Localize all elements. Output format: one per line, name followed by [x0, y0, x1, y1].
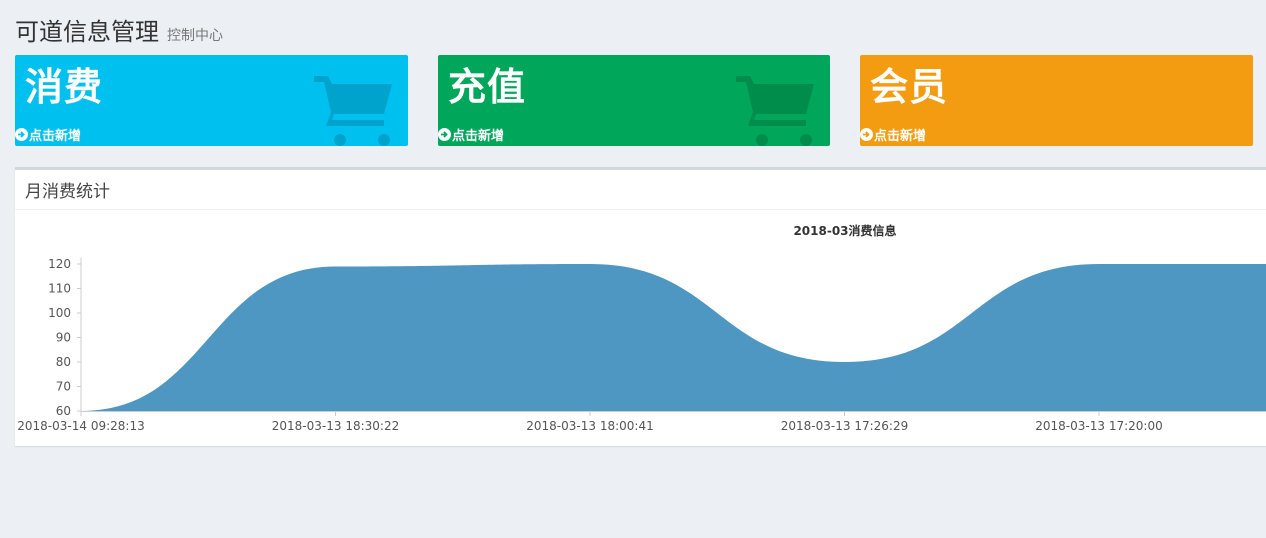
monthly-consumption-panel: 月消费统计 2018-03消费信息 60 70 80 90 100 110 120 2018-0…	[15, 167, 1266, 446]
page-title: 可道信息管理	[15, 18, 159, 46]
y-tick-label: 70	[56, 380, 71, 394]
y-tick-label: 100	[48, 306, 71, 320]
tile-link-label: 点击新增	[874, 129, 927, 144]
x-tick-label: 2018-03-14 09:28:13	[17, 419, 144, 433]
y-tick-label: 110	[48, 282, 71, 296]
x-tick-label: 2018-03-13 17:26:29	[781, 419, 908, 433]
tile-link-label: 点击新增	[452, 129, 505, 144]
page-header: 可道信息管理 控制中心	[15, 12, 223, 47]
area-series	[81, 264, 1266, 411]
arrow-circle-right-icon	[15, 128, 28, 141]
shopping-cart-icon	[314, 76, 392, 146]
tile-title: 会员	[870, 65, 949, 109]
add-recharge-link[interactable]: 点击新增	[438, 125, 504, 144]
x-tick-label: 2018-03-13 18:30:22	[272, 419, 399, 433]
tile-recharge[interactable]: 充值 点击新增	[438, 55, 830, 146]
arrow-circle-right-icon	[860, 128, 873, 141]
page-subtitle: 控制中心	[167, 28, 223, 44]
y-tick-label: 60	[56, 404, 71, 418]
consumption-area-chart: 2018-03消费信息 60 70 80 90 100 110 120 2018-03-14 0…	[17, 223, 1266, 433]
y-tick-label: 90	[56, 331, 71, 345]
add-consume-link[interactable]: 点击新增	[15, 125, 81, 144]
shopping-cart-icon	[736, 76, 814, 146]
x-tick-label: 2018-03-13 18:00:41	[526, 419, 653, 433]
y-tick-label: 80	[56, 355, 71, 369]
tile-title: 消费	[25, 65, 104, 109]
chart-title: 2018-03消费信息	[793, 223, 896, 238]
panel-title: 月消费统计	[15, 170, 1266, 210]
x-tick-label: 2018-03-13 17:20:00	[1035, 419, 1162, 433]
tile-link-label: 点击新增	[29, 129, 82, 144]
tile-consume[interactable]: 消费 点击新增	[15, 55, 408, 146]
add-member-link[interactable]: 点击新增	[860, 125, 926, 144]
tile-member[interactable]: 会员 点击新增	[860, 55, 1253, 146]
arrow-circle-right-icon	[438, 128, 451, 141]
tile-title: 充值	[448, 65, 527, 109]
y-tick-label: 120	[48, 257, 71, 271]
